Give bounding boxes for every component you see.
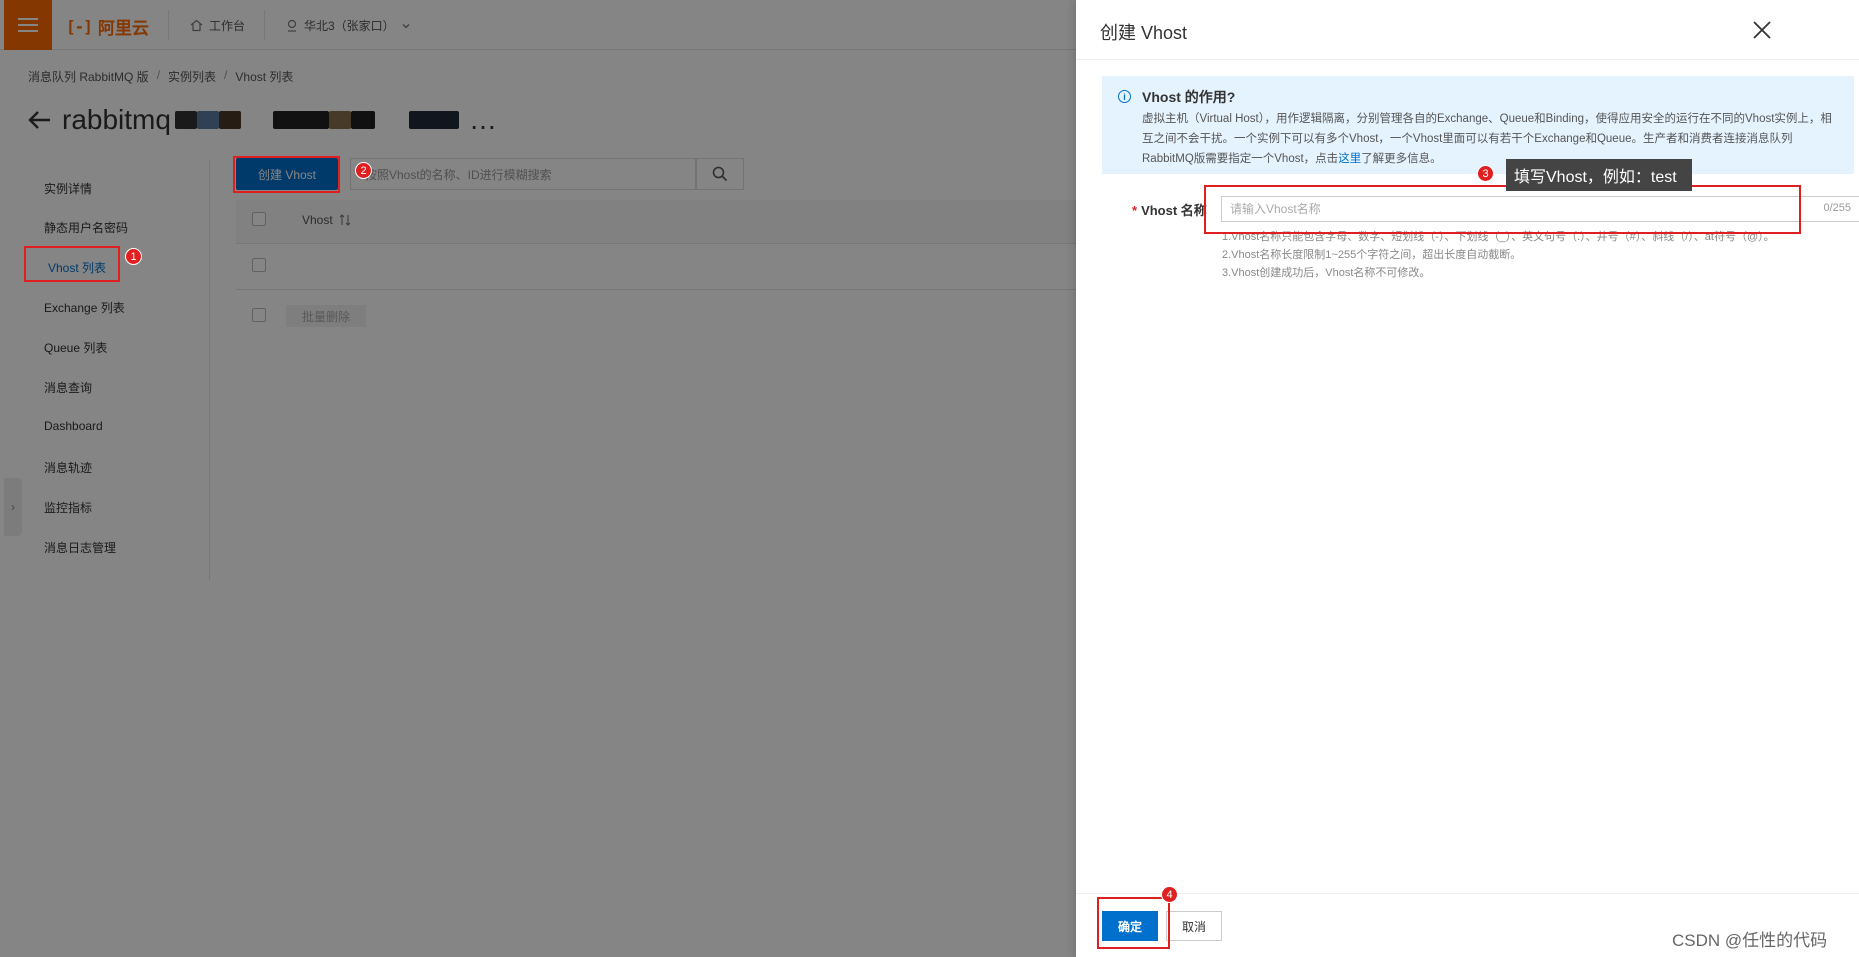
- annotation-badge-step3: 3: [1477, 165, 1494, 182]
- close-button[interactable]: [1750, 18, 1774, 42]
- annotation-box-step3: [1204, 185, 1801, 234]
- drawer-header: 创建 Vhost: [1076, 0, 1859, 60]
- annotation-badge-step1: 1: [125, 248, 142, 265]
- info-icon: i: [1118, 90, 1131, 103]
- vhost-info-box: i Vhost 的作用? 虚拟主机（Virtual Host），用作逻辑隔离，分…: [1102, 76, 1854, 174]
- annotation-badge-step2: 2: [355, 162, 372, 179]
- required-marker: *: [1132, 203, 1138, 218]
- vhost-name-label-text: Vhost 名称: [1141, 203, 1207, 218]
- drawer-title: 创建 Vhost: [1100, 23, 1188, 43]
- vhost-name-rules: 1.Vhost名称只能包含字母、数字、短划线（-）、下划线（_）、英文句号（.）…: [1222, 228, 1792, 282]
- cancel-button[interactable]: 取消: [1166, 911, 1222, 941]
- learn-more-link[interactable]: 这里: [1338, 153, 1361, 165]
- info-text: 虚拟主机（Virtual Host），用作逻辑隔离，分别管理各自的Exchang…: [1142, 109, 1832, 169]
- info-title: Vhost 的作用?: [1142, 89, 1236, 105]
- modal-overlay[interactable]: [0, 0, 1076, 957]
- info-text-part1: 虚拟主机（Virtual Host），用作逻辑隔离，分别管理各自的Exchang…: [1142, 113, 1832, 165]
- vhost-name-label: * Vhost 名称: [1132, 200, 1207, 219]
- annotation-box-step4: [1097, 897, 1170, 949]
- close-icon: [1753, 21, 1771, 39]
- csdn-watermark: CSDN @任性的代码: [1672, 931, 1828, 950]
- info-text-part2: 了解更多信息。: [1361, 153, 1442, 165]
- annotation-box-step2: [233, 156, 340, 193]
- rule-3: 3.Vhost创建成功后，Vhost名称不可修改。: [1222, 267, 1431, 279]
- annotation-tooltip: 填写Vhost，例如：test: [1506, 159, 1692, 191]
- create-vhost-drawer: 创建 Vhost i Vhost 的作用? 虚拟主机（Virtual Host）…: [1076, 0, 1859, 957]
- rule-2: 2.Vhost名称长度限制1~255个字符之间，超出长度自动截断。: [1222, 249, 1522, 261]
- annotation-badge-step4: 4: [1161, 886, 1178, 903]
- annotation-box-step1: [24, 246, 120, 282]
- char-counter: 0/255: [1823, 202, 1851, 214]
